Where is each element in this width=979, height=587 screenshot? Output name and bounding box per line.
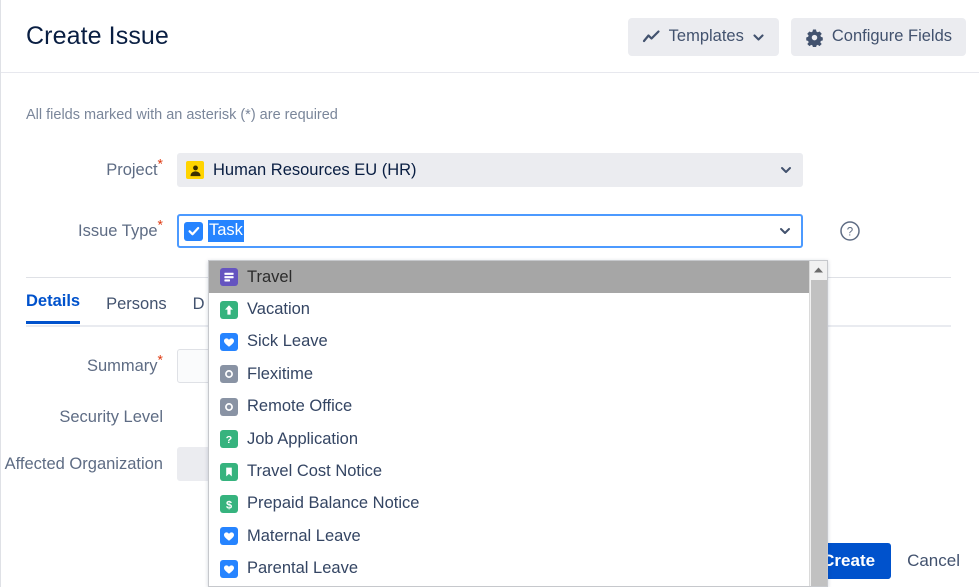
trend-line-icon [642,28,661,47]
circle-dot-icon [220,365,238,384]
issue-type-option-label: Flexitime [247,364,314,383]
security-level-label: Security Level [59,408,163,426]
field-row-issue-type: Issue Type* Task ? [1,214,860,248]
page-title: Create Issue [26,22,169,50]
tab-persons[interactable]: Persons [106,295,167,324]
tab-truncated[interactable]: D [193,295,205,324]
issue-type-option-label: Vacation [247,300,310,319]
dropdown-scrollbar[interactable] [809,261,827,586]
issue-type-option[interactable]: Maternal Leave [209,520,810,552]
required-asterisk: * [157,216,163,233]
issue-type-option-label: Remote Office [247,397,353,416]
issue-type-option[interactable]: Vacation [209,293,810,325]
affected-organization-label: Affected Organization [4,455,163,473]
issue-type-option-label: Maternal Leave [247,526,361,545]
field-row-project: Project* Human Resources EU (HR) [1,153,803,187]
configure-fields-button-label: Configure Fields [831,27,952,46]
bookmark-icon [220,462,238,481]
issue-type-option-label: Parental Leave [247,559,358,578]
arrow-up-icon [220,300,238,319]
issue-type-option-label: Travel [247,267,293,286]
issue-type-option[interactable]: Remote Office [209,391,810,423]
issue-type-option[interactable]: $ Prepaid Balance Notice [209,488,810,520]
cancel-button[interactable]: Cancel [901,551,966,571]
issue-type-option-label: Travel Cost Notice [247,462,383,481]
project-avatar-icon [186,161,204,179]
heart-icon [220,332,238,351]
heart-icon [220,559,238,578]
issue-type-option[interactable]: Travel [209,261,810,294]
header-actions: Templates Configure Fields [627,18,966,56]
configure-fields-button[interactable]: Configure Fields [790,18,966,56]
templates-button-label: Templates [668,27,744,46]
required-asterisk: * [157,351,163,368]
tab-details[interactable]: Details [26,292,81,324]
caret-up-icon[interactable] [810,261,827,278]
chevron-down-icon [752,31,765,44]
svg-text:$: $ [226,499,232,511]
svg-text:?: ? [226,434,232,446]
issue-type-option-label: Job Application [247,429,358,448]
heart-icon [220,527,238,546]
project-select[interactable]: Human Resources EU (HR) [177,153,803,187]
required-asterisk: * [157,155,163,172]
issue-type-option[interactable]: Flexitime [209,358,810,390]
issue-type-option[interactable]: Sick Leave [209,326,810,358]
issue-type-dropdown: Travel Vacation Sick Leave Flexitime Remote … [208,260,828,587]
dollar-icon: $ [220,494,238,513]
issue-type-input-value: Task [208,220,244,242]
circle-dot-icon [220,397,238,416]
issue-type-option-label: Prepaid Balance Notice [247,494,420,513]
issue-type-option[interactable]: Parental Leave [209,553,810,585]
chevron-down-icon[interactable] [778,224,792,238]
project-select-value: Human Resources EU (HR) [213,160,417,179]
issue-type-label: Issue Type* [78,216,163,241]
summary-label: Summary* [86,351,163,376]
issue-type-option-label: Sick Leave [247,332,328,351]
templates-button[interactable]: Templates [627,18,779,56]
issue-type-option[interactable]: ? Job Application [209,423,810,455]
required-fields-note: All fields marked with an asterisk (*) a… [26,107,338,123]
checkbox-checked-icon [184,221,203,241]
dialog-header: Create Issue Templates Configure Fields [1,0,979,73]
question-circle-icon[interactable]: ? [839,220,861,247]
issue-type-option[interactable]: Travel Cost Notice [209,455,810,487]
field-row-security-level: Security Level [1,400,177,430]
dialog-footer: Create Cancel [806,543,966,579]
dropdown-scrollbar-thumb[interactable] [811,280,827,586]
issue-type-option-list: Travel Vacation Sick Leave Flexitime Remote … [209,261,810,585]
issue-type-combobox[interactable]: Task [177,214,803,248]
chevron-down-icon [779,163,793,177]
tab-bar: Details Persons D [26,292,205,324]
task-lines-icon [220,268,238,287]
create-issue-dialog: Create Issue Templates Configure Fields [0,0,979,587]
project-label: Project* [106,155,163,180]
svg-text:?: ? [847,226,853,238]
gear-icon [805,28,824,47]
question-mark-icon: ? [220,430,238,449]
